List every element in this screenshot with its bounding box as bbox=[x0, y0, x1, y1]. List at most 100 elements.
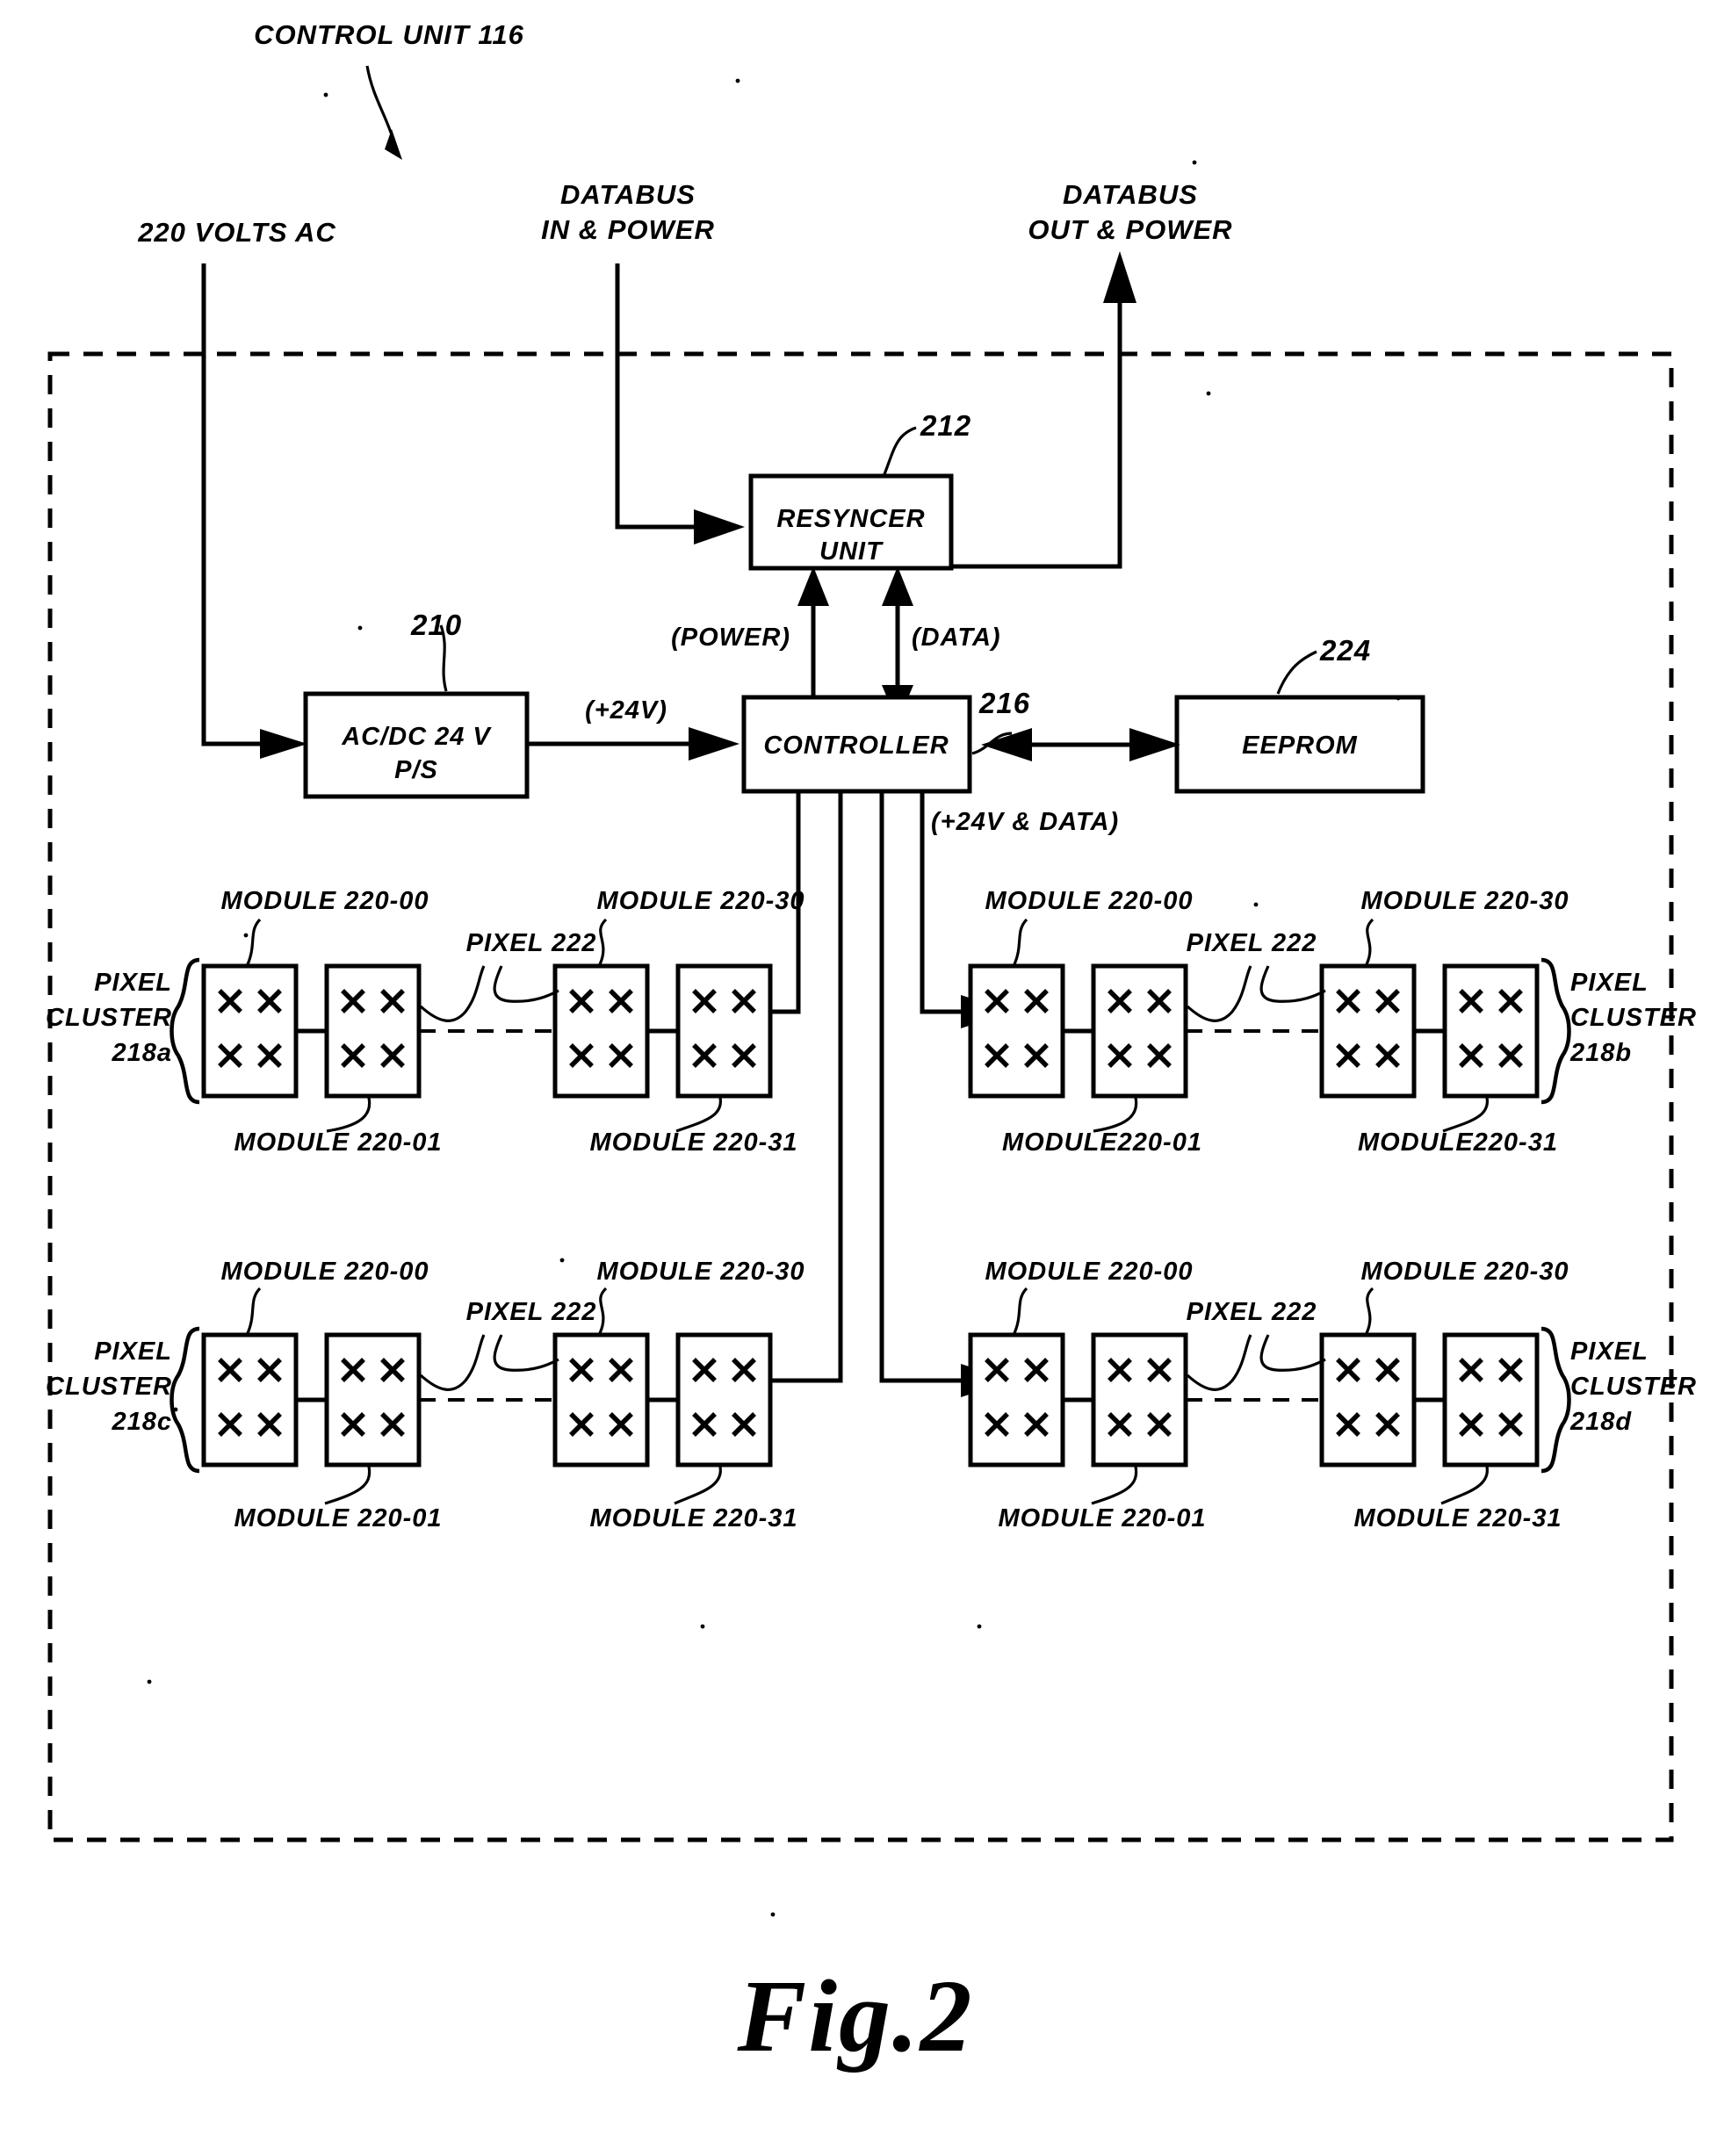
pixel-label: PIXEL 222 bbox=[1187, 1298, 1317, 1326]
module-leader bbox=[1365, 918, 1374, 965]
pixel-leader bbox=[419, 1334, 486, 1391]
module-box[interactable] bbox=[1442, 963, 1540, 1099]
cluster-brace bbox=[1540, 957, 1571, 1105]
pixel-leader bbox=[1186, 1334, 1252, 1391]
resyncer-ref-leader bbox=[883, 426, 917, 475]
cluster-label-line2: CLUSTER bbox=[46, 1004, 172, 1032]
power-input-arrowhead bbox=[260, 729, 307, 759]
power-link-arrowhead bbox=[797, 566, 829, 606]
power-supply-label-line2: P/S bbox=[394, 756, 438, 784]
module-leader bbox=[598, 1287, 608, 1334]
cluster-label-line3: 218d bbox=[1569, 1408, 1632, 1436]
module-label-bottom-right: MODULE220-31 bbox=[1358, 1128, 1558, 1157]
control-unit-block-diagram: CONTROL UNIT 116 220 VOLTS AC DATABUS IN… bbox=[46, 19, 1697, 2073]
databus-out-wire bbox=[952, 290, 1122, 569]
module-box[interactable] bbox=[324, 1332, 422, 1467]
pixel-leader bbox=[1186, 965, 1252, 1022]
pixel-cluster-218d[interactable]: PIXEL CLUSTER 218d MODULE 220-00 MODULE … bbox=[968, 1258, 1697, 1532]
power-supply-label-line1: AC/DC 24 V bbox=[341, 723, 492, 751]
pixel-cluster-218c[interactable]: PIXEL CLUSTER 218c MODULE 220-00 MODULE … bbox=[46, 1258, 804, 1532]
plus24v-arrowhead bbox=[689, 727, 740, 761]
pixel-leader bbox=[1259, 1334, 1326, 1372]
pixel-x-marks bbox=[985, 989, 1523, 1068]
module-box[interactable] bbox=[552, 1332, 650, 1467]
eeprom-label: EEPROM bbox=[1242, 732, 1358, 760]
cluster-label-line1: PIXEL bbox=[94, 969, 172, 997]
databus-out-label-line1: DATABUS bbox=[1063, 179, 1198, 210]
cluster-label-line2: CLUSTER bbox=[1570, 1004, 1697, 1032]
pixel-label: PIXEL 222 bbox=[1187, 929, 1317, 957]
cluster-label-line1: PIXEL bbox=[1570, 1338, 1649, 1366]
cluster-label-line1: PIXEL bbox=[1570, 969, 1649, 997]
figure-title: CONTROL UNIT 116 bbox=[254, 19, 524, 50]
psu-ref-number: 210 bbox=[410, 609, 462, 641]
module-box[interactable] bbox=[968, 963, 1065, 1099]
module-label-top-right: MODULE 220-30 bbox=[1360, 887, 1569, 915]
module-label-bottom-left: MODULE 220-01 bbox=[998, 1504, 1206, 1532]
cluster-label-line3: 218b bbox=[1569, 1039, 1632, 1067]
module-leader bbox=[598, 918, 608, 965]
pixel-leader bbox=[493, 1334, 559, 1372]
controller-label: CONTROLLER bbox=[763, 732, 949, 760]
module-leader bbox=[246, 1287, 262, 1334]
module-label-bottom-left: MODULE 220-01 bbox=[234, 1504, 442, 1532]
pixel-label: PIXEL 222 bbox=[466, 1298, 597, 1326]
module-label-bottom-right: MODULE 220-31 bbox=[589, 1504, 797, 1532]
module-leader bbox=[1440, 1466, 1489, 1505]
pixel-x-marks bbox=[218, 989, 756, 1068]
module-box[interactable] bbox=[552, 963, 650, 1099]
pixel-x-marks bbox=[218, 1358, 756, 1437]
pixel-label: PIXEL 222 bbox=[466, 929, 597, 957]
module-box[interactable] bbox=[968, 1332, 1065, 1467]
module-box[interactable] bbox=[324, 963, 422, 1099]
pixel-leader bbox=[493, 965, 559, 1003]
module-label-top-left: MODULE 220-00 bbox=[985, 1258, 1193, 1286]
plus24v-signal-label: (+24V) bbox=[585, 696, 667, 725]
cluster-brace bbox=[170, 1326, 200, 1474]
module-label-top-right: MODULE 220-30 bbox=[596, 887, 804, 915]
module-box[interactable] bbox=[1091, 1332, 1188, 1467]
power-input-wire bbox=[201, 263, 276, 746]
module-box[interactable] bbox=[675, 963, 773, 1099]
bus-branch-218d bbox=[879, 791, 975, 1383]
eeprom-ref-leader bbox=[1276, 650, 1317, 695]
eeprom-ref-number: 224 bbox=[1319, 634, 1371, 667]
resyncer-ref-number: 212 bbox=[920, 409, 971, 442]
module-label-bottom-left: MODULE220-01 bbox=[1002, 1128, 1202, 1157]
resyncer-unit-label-line2: UNIT bbox=[819, 537, 884, 566]
module-box[interactable] bbox=[201, 963, 299, 1099]
data-signal-label: (DATA) bbox=[912, 624, 1001, 652]
pixel-leader bbox=[1259, 965, 1326, 1003]
module-leader bbox=[326, 1097, 372, 1133]
module-label-bottom-right: MODULE 220-31 bbox=[589, 1128, 797, 1157]
module-leader bbox=[1365, 1287, 1374, 1334]
module-box[interactable] bbox=[201, 1332, 299, 1467]
module-box[interactable] bbox=[1091, 963, 1188, 1099]
module-box[interactable] bbox=[1442, 1332, 1540, 1467]
pixel-cluster-218a[interactable]: PIXEL CLUSTER 218a MODULE 220-00 MODULE … bbox=[46, 887, 804, 1157]
cluster-label-line1: PIXEL bbox=[94, 1338, 172, 1366]
module-box[interactable] bbox=[675, 1332, 773, 1467]
module-leader bbox=[1013, 918, 1028, 965]
cluster-brace bbox=[170, 957, 200, 1105]
pixel-cluster-218b[interactable]: PIXEL CLUSTER 218b MODULE 220-00 MODULE … bbox=[968, 887, 1697, 1157]
cluster-label-line2: CLUSTER bbox=[46, 1373, 172, 1401]
module-label-bottom-right: MODULE 220-31 bbox=[1353, 1504, 1562, 1532]
resyncer-unit-label-line1: RESYNCER bbox=[776, 505, 925, 533]
module-leader bbox=[675, 1097, 722, 1133]
figure-caption: Fig.2 bbox=[737, 1958, 974, 2073]
cluster-label-line3: 218c bbox=[111, 1408, 172, 1436]
databus-in-wire bbox=[615, 263, 707, 530]
module-leader bbox=[1442, 1097, 1489, 1133]
databus-in-arrowhead bbox=[694, 509, 745, 544]
controller-ref-number: 216 bbox=[978, 687, 1030, 719]
module-box[interactable] bbox=[1319, 963, 1417, 1099]
databus-out-label-line2: OUT & POWER bbox=[1028, 214, 1232, 245]
databus-out-arrowhead bbox=[1103, 251, 1136, 303]
module-label-bottom-left: MODULE 220-01 bbox=[234, 1128, 442, 1157]
databus-in-label-line1: DATABUS bbox=[560, 179, 696, 210]
module-label-top-left: MODULE 220-00 bbox=[220, 887, 429, 915]
module-box[interactable] bbox=[1319, 1332, 1417, 1467]
cluster-label-line2: CLUSTER bbox=[1570, 1373, 1697, 1401]
control-unit-leader-arrow bbox=[385, 129, 402, 160]
